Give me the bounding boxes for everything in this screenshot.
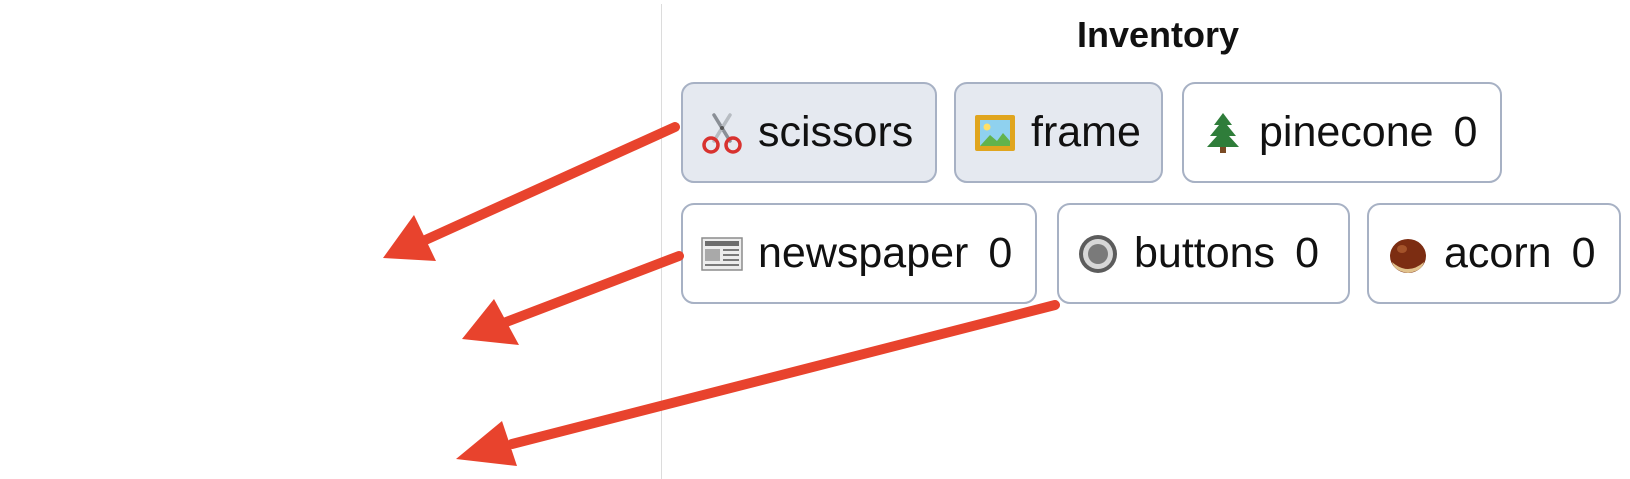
item-label: buttons	[1134, 229, 1276, 277]
item-label: scissors	[758, 108, 914, 156]
radio-button-icon	[1076, 232, 1120, 276]
item-label: frame	[1031, 108, 1141, 156]
inventory-panel: Inventory scissors frame pinecone 0 news…	[662, 0, 1630, 479]
inventory-item-newspaper[interactable]: newspaper 0	[681, 203, 1037, 304]
inventory-title: Inventory	[1076, 14, 1240, 55]
scissors-icon	[700, 111, 744, 155]
inventory-item-pinecone[interactable]: pinecone 0	[1182, 82, 1502, 183]
chestnut-icon	[1386, 232, 1430, 276]
item-label: pinecone	[1259, 108, 1434, 156]
inventory-item-frame[interactable]: frame	[954, 82, 1163, 183]
framed-picture-icon	[973, 111, 1017, 155]
left-pane	[0, 0, 661, 479]
item-label: newspaper	[758, 229, 969, 277]
item-count: 0	[988, 229, 1013, 277]
item-label: acorn	[1444, 229, 1552, 277]
newspaper-icon	[700, 232, 744, 276]
pine-tree-icon	[1201, 111, 1245, 155]
item-count: 0	[1453, 108, 1478, 156]
inventory-item-scissors[interactable]: scissors	[681, 82, 937, 183]
inventory-item-buttons[interactable]: buttons 0	[1057, 203, 1350, 304]
inventory-item-acorn[interactable]: acorn 0	[1367, 203, 1621, 304]
item-count: 0	[1295, 229, 1319, 277]
item-count: 0	[1571, 229, 1596, 277]
